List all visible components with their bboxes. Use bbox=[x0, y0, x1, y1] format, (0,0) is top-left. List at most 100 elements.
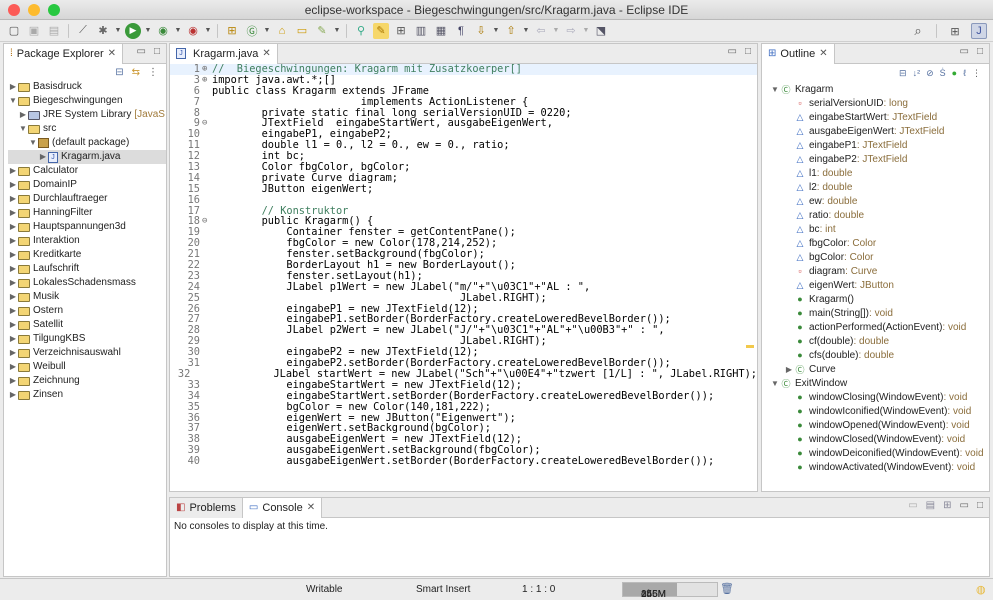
outline-item-serialversionuid[interactable]: ▫ serialVersionUID : long bbox=[770, 96, 989, 110]
tree-item-weibull[interactable]: ▶ Weibull bbox=[8, 360, 166, 374]
tree-item-laufschrift[interactable]: ▶ Laufschrift bbox=[8, 262, 166, 276]
twisty-icon[interactable]: ▶ bbox=[8, 220, 18, 234]
twisty-icon[interactable]: ▶ bbox=[8, 164, 18, 178]
maximize-window-button[interactable] bbox=[48, 4, 60, 16]
twisty-icon[interactable]: ▶ bbox=[8, 290, 18, 304]
outline-item-main-string[interactable]: ● main(String[]) : void bbox=[770, 306, 989, 320]
java-perspective-icon[interactable]: J bbox=[971, 23, 987, 39]
tree-item-ostern[interactable]: ▶ Ostern bbox=[8, 304, 166, 318]
outline-item-cfs-double[interactable]: ● cfs(double) : double bbox=[770, 348, 989, 362]
outline-item-windowiconified-windowevent[interactable]: ● windowIconified(WindowEvent) : void bbox=[770, 404, 989, 418]
outline-item-cf-double[interactable]: ● cf(double) : double bbox=[770, 334, 989, 348]
dropdown-arrow-icon[interactable]: ▼ bbox=[264, 23, 271, 39]
twisty-icon[interactable]: ▶ bbox=[784, 365, 794, 374]
tab-outline[interactable]: ⊞ Outline ✕ bbox=[762, 43, 835, 64]
outline-item-windowclosing-windowevent[interactable]: ● windowClosing(WindowEvent) : void bbox=[770, 390, 989, 404]
garbage-collect-icon[interactable]: 🗑 bbox=[720, 582, 734, 595]
twisty-icon[interactable]: ▶ bbox=[8, 206, 18, 220]
highlight-occurrences-icon[interactable]: ✎ bbox=[373, 22, 389, 39]
tree-item-kragarm-java[interactable]: ▶ J Kragarm.java bbox=[8, 150, 166, 164]
save-all-icon[interactable]: ▤ bbox=[46, 23, 62, 39]
tree-item-hanningfilter[interactable]: ▶ HanningFilter bbox=[8, 206, 166, 220]
twisty-icon[interactable]: ▶ bbox=[8, 332, 18, 346]
outline-item-diagram[interactable]: ▫ diagram : Curve bbox=[770, 264, 989, 278]
dropdown-arrow-icon[interactable]: ▼ bbox=[175, 23, 182, 39]
search-icon[interactable]: ⌕ bbox=[910, 23, 926, 39]
minimize-icon[interactable]: ▭ bbox=[728, 46, 737, 57]
coverage-icon[interactable]: ◉ bbox=[155, 23, 171, 39]
outline-item-kragarm[interactable]: ▼ Ⓒ Kragarm bbox=[770, 82, 989, 96]
twisty-icon[interactable]: ▶ bbox=[8, 346, 18, 360]
twisty-icon[interactable]: ▶ bbox=[18, 108, 28, 122]
tree-item-calculator[interactable]: ▶ Calculator bbox=[8, 164, 166, 178]
outline-item-eingabep1[interactable]: △ eingabeP1 : JTextField bbox=[770, 138, 989, 152]
outline-item-eingabestartwert[interactable]: △ eingabeStartWert : JTextField bbox=[770, 110, 989, 124]
external-tools-icon[interactable]: ◉ bbox=[185, 23, 201, 39]
tree-item-hauptspannungen3d[interactable]: ▶ Hauptspannungen3d bbox=[8, 220, 166, 234]
pin-editor-icon[interactable]: ⬔ bbox=[593, 23, 609, 39]
run-icon[interactable]: ▶ bbox=[125, 22, 141, 39]
hide-static-icon[interactable]: Ṡ bbox=[940, 68, 946, 78]
tree-item-basisdruck[interactable]: ▶ Basisdruck bbox=[8, 80, 166, 94]
outline-item-bgcolor[interactable]: △ bgColor : Color bbox=[770, 250, 989, 264]
outline-item-fbgcolor[interactable]: △ fbgColor : Color bbox=[770, 236, 989, 250]
twisty-icon[interactable]: ▶ bbox=[8, 318, 18, 332]
view-menu-icon[interactable]: ⋮ bbox=[972, 68, 981, 79]
tree-item-interaktion[interactable]: ▶ Interaktion bbox=[8, 234, 166, 248]
next-annotation-icon[interactable]: ⚲ bbox=[353, 23, 369, 39]
tree-item-durchlauftraeger[interactable]: ▶ Durchlauftraeger bbox=[8, 192, 166, 206]
twisty-icon[interactable]: ▶ bbox=[8, 192, 18, 206]
maximize-icon[interactable]: □ bbox=[977, 46, 983, 57]
tree-item-zeichnung[interactable]: ▶ Zeichnung bbox=[8, 374, 166, 388]
twisty-icon[interactable]: ▶ bbox=[8, 388, 18, 402]
twisty-icon[interactable]: ▶ bbox=[8, 234, 18, 248]
lightbulb-icon[interactable]: ◍ bbox=[976, 583, 986, 596]
tree-item-lokalesschadensmass[interactable]: ▶ LokalesSchadensmass bbox=[8, 276, 166, 290]
twisty-icon[interactable]: ▶ bbox=[8, 304, 18, 318]
forward-arrow-icon[interactable]: ⇨ bbox=[563, 23, 579, 39]
code-line[interactable]: 34 eingabeStartWert.setBorder(BorderFact… bbox=[170, 390, 757, 402]
twisty-icon[interactable]: ▶ bbox=[8, 248, 18, 262]
fold-marker-icon[interactable]: ⊕ bbox=[202, 75, 212, 86]
code-line[interactable]: 40 ausgabeEigenWert.setBorder(BorderFact… bbox=[170, 456, 757, 467]
outline-item-actionperformed-actionevent[interactable]: ● actionPerformed(ActionEvent) : void bbox=[770, 320, 989, 334]
open-perspective-icon[interactable]: ⊞ bbox=[947, 23, 963, 39]
tree-item-musik[interactable]: ▶ Musik bbox=[8, 290, 166, 304]
show-whitespace-icon[interactable]: ▥ bbox=[413, 23, 429, 39]
twisty-icon[interactable]: ▼ bbox=[770, 85, 780, 94]
fold-marker-icon[interactable]: ⊖ bbox=[202, 118, 212, 129]
maximize-icon[interactable]: □ bbox=[977, 500, 983, 511]
twisty-icon[interactable]: ▶ bbox=[8, 360, 18, 374]
tree-item-default-package[interactable]: ▼ (default package) bbox=[8, 136, 166, 150]
tab-problems[interactable]: ◧ Problems bbox=[170, 497, 243, 518]
twisty-icon[interactable]: ▶ bbox=[38, 150, 48, 164]
tree-item-satellit[interactable]: ▶ Satellit bbox=[8, 318, 166, 332]
tree-item-domainip[interactable]: ▶ DomainIP bbox=[8, 178, 166, 192]
code-line[interactable]: 35 bgColor = new Color(140,181,222); bbox=[170, 401, 757, 413]
twisty-icon[interactable]: ▼ bbox=[18, 122, 28, 136]
fold-marker-icon[interactable]: ⊖ bbox=[202, 216, 212, 227]
twisty-icon[interactable]: ▶ bbox=[8, 262, 18, 276]
outline-item-eigenwert[interactable]: △ eigenWert : JButton bbox=[770, 278, 989, 292]
twisty-icon[interactable]: ▶ bbox=[8, 374, 18, 388]
hide-non-public-icon[interactable]: ● bbox=[952, 68, 957, 78]
dropdown-arrow-icon[interactable]: ▼ bbox=[145, 23, 152, 39]
twisty-icon[interactable]: ▼ bbox=[770, 379, 780, 388]
tree-item-verzeichnisauswahl[interactable]: ▶ Verzeichnisauswahl bbox=[8, 346, 166, 360]
collapse-all-icon[interactable]: ⊟ bbox=[899, 68, 907, 79]
tree-item-src[interactable]: ▼ src bbox=[8, 122, 166, 136]
save-icon[interactable]: ▣ bbox=[26, 23, 42, 39]
open-type-icon[interactable]: ⌂ bbox=[274, 23, 290, 39]
outline-item-ausgabeeigenwert[interactable]: △ ausgabeEigenWert : JTextField bbox=[770, 124, 989, 138]
hide-local-types-icon[interactable]: ℓ bbox=[963, 68, 966, 78]
hide-fields-icon[interactable]: ⊘ bbox=[926, 68, 934, 79]
pilcrow-icon[interactable]: ¶ bbox=[453, 23, 469, 39]
tree-item-kreditkarte[interactable]: ▶ Kreditkarte bbox=[8, 248, 166, 262]
new-console-icon[interactable]: ⊞ bbox=[943, 500, 951, 511]
twisty-icon[interactable]: ▼ bbox=[28, 136, 38, 150]
code-editor[interactable]: 1 ⊕// Biegeschwingungen: Kragarm mit Zusa… bbox=[170, 64, 757, 491]
outline-item-windowopened-windowevent[interactable]: ● windowOpened(WindowEvent) : void bbox=[770, 418, 989, 432]
heap-status[interactable]: 145M of 256M bbox=[622, 582, 718, 600]
tab-package-explorer[interactable]: ⁞ Package Explorer ✕ bbox=[4, 43, 123, 64]
new-java-package-icon[interactable]: ⊞ bbox=[224, 23, 240, 39]
